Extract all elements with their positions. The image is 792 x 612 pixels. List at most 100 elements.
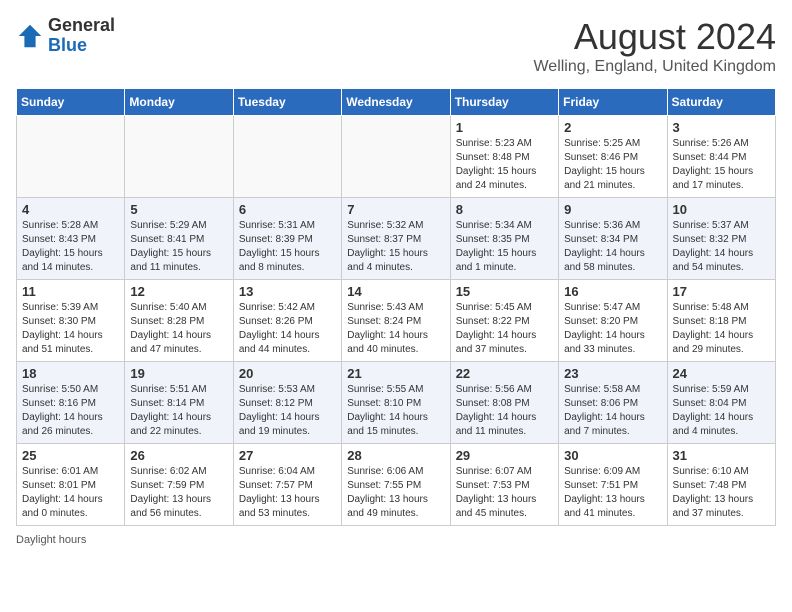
calendar-cell: 2Sunrise: 5:25 AM Sunset: 8:46 PM Daylig… <box>559 116 667 198</box>
day-info: Sunrise: 5:39 AM Sunset: 8:30 PM Dayligh… <box>22 301 119 357</box>
footer-note: Daylight hours <box>16 534 776 546</box>
logo-blue-text: Blue <box>48 36 115 56</box>
calendar-cell: 13 Sunrise: 5:42 AM Sunset: 8:26 PM Dayli… <box>233 280 341 362</box>
header-thursday: Thursday <box>450 89 558 116</box>
calendar-cell: 8Sunrise: 5:34 AM Sunset: 8:35 PM Daylig… <box>450 198 558 280</box>
calendar-cell <box>342 116 450 198</box>
week-row-5: 25 Sunrise: 6:01 AM Sunset: 8:01 PM Dayli… <box>17 444 776 526</box>
day-info: Sunrise: 5:37 AM Sunset: 8:32 PM Dayligh… <box>673 219 770 275</box>
day-number: 7 <box>347 202 444 217</box>
day-number: 8 <box>456 202 553 217</box>
calendar-cell: 30Sunrise: 6:09 AM Sunset: 7:51 PM Dayli… <box>559 444 667 526</box>
day-info: Sunrise: 5:48 AM Sunset: 8:18 PM Dayligh… <box>673 301 770 357</box>
week-row-4: 18Sunrise: 5:50 AM Sunset: 8:16 PM Dayli… <box>17 362 776 444</box>
day-info: Sunrise: 5:25 AM Sunset: 8:46 PM Dayligh… <box>564 137 661 193</box>
day-number: 3 <box>673 120 770 135</box>
day-number: 29 <box>456 448 553 463</box>
day-number: 14 <box>347 284 444 299</box>
day-number: 16 <box>564 284 661 299</box>
day-number: 25 <box>22 448 119 463</box>
calendar-cell: 7 Sunrise: 5:32 AM Sunset: 8:37 PM Daylig… <box>342 198 450 280</box>
day-info: Sunrise: 5:26 AM Sunset: 8:44 PM Dayligh… <box>673 137 770 193</box>
calendar-cell: 1 Sunrise: 5:23 AM Sunset: 8:48 PM Daylig… <box>450 116 558 198</box>
day-number: 11 <box>22 284 119 299</box>
day-number: 9 <box>564 202 661 217</box>
calendar-cell: 21 Sunrise: 5:55 AM Sunset: 8:10 PM Dayli… <box>342 362 450 444</box>
day-info: Sunrise: 5:58 AM Sunset: 8:06 PM Dayligh… <box>564 383 661 439</box>
calendar-cell: 5Sunrise: 5:29 AM Sunset: 8:41 PM Daylig… <box>125 198 233 280</box>
day-number: 13 <box>239 284 336 299</box>
header-monday: Monday <box>125 89 233 116</box>
day-info: Sunrise: 5:59 AM Sunset: 8:04 PM Dayligh… <box>673 383 770 439</box>
day-info: Sunrise: 5:36 AM Sunset: 8:34 PM Dayligh… <box>564 219 661 275</box>
day-number: 27 <box>239 448 336 463</box>
day-number: 15 <box>456 284 553 299</box>
day-number: 21 <box>347 366 444 381</box>
day-number: 24 <box>673 366 770 381</box>
header-friday: Friday <box>559 89 667 116</box>
calendar-cell: 24 Sunrise: 5:59 AM Sunset: 8:04 PM Dayli… <box>667 362 775 444</box>
calendar-cell: 22 Sunrise: 5:56 AM Sunset: 8:08 PM Dayli… <box>450 362 558 444</box>
day-info: Sunrise: 5:23 AM Sunset: 8:48 PM Dayligh… <box>456 137 553 193</box>
day-number: 6 <box>239 202 336 217</box>
day-number: 28 <box>347 448 444 463</box>
calendar-cell: 19Sunrise: 5:51 AM Sunset: 8:14 PM Dayli… <box>125 362 233 444</box>
day-info: Sunrise: 5:40 AM Sunset: 8:28 PM Dayligh… <box>130 301 227 357</box>
week-row-1: 1 Sunrise: 5:23 AM Sunset: 8:48 PM Daylig… <box>17 116 776 198</box>
day-info: Sunrise: 5:50 AM Sunset: 8:16 PM Dayligh… <box>22 383 119 439</box>
logo-icon <box>16 22 44 50</box>
day-info: Sunrise: 5:31 AM Sunset: 8:39 PM Dayligh… <box>239 219 336 275</box>
calendar-table: SundayMondayTuesdayWednesdayThursdayFrid… <box>16 88 776 526</box>
day-number: 31 <box>673 448 770 463</box>
calendar-cell: 18Sunrise: 5:50 AM Sunset: 8:16 PM Dayli… <box>17 362 125 444</box>
calendar-cell <box>233 116 341 198</box>
day-info: Sunrise: 6:04 AM Sunset: 7:57 PM Dayligh… <box>239 465 336 521</box>
calendar-cell: 29 Sunrise: 6:07 AM Sunset: 7:53 PM Dayli… <box>450 444 558 526</box>
day-info: Sunrise: 6:09 AM Sunset: 7:51 PM Dayligh… <box>564 465 661 521</box>
day-info: Sunrise: 5:56 AM Sunset: 8:08 PM Dayligh… <box>456 383 553 439</box>
day-info: Sunrise: 6:10 AM Sunset: 7:48 PM Dayligh… <box>673 465 770 521</box>
day-info: Sunrise: 5:32 AM Sunset: 8:37 PM Dayligh… <box>347 219 444 275</box>
day-number: 20 <box>239 366 336 381</box>
calendar-cell: 9 Sunrise: 5:36 AM Sunset: 8:34 PM Daylig… <box>559 198 667 280</box>
location-subtitle: Welling, England, United Kingdom <box>533 58 776 76</box>
calendar-cell <box>17 116 125 198</box>
calendar-cell: 17Sunrise: 5:48 AM Sunset: 8:18 PM Dayli… <box>667 280 775 362</box>
day-info: Sunrise: 5:42 AM Sunset: 8:26 PM Dayligh… <box>239 301 336 357</box>
day-info: Sunrise: 6:01 AM Sunset: 8:01 PM Dayligh… <box>22 465 119 521</box>
title-area: August 2024 Welling, England, United Kin… <box>533 16 776 76</box>
calendar-cell: 26Sunrise: 6:02 AM Sunset: 7:59 PM Dayli… <box>125 444 233 526</box>
day-info: Sunrise: 5:45 AM Sunset: 8:22 PM Dayligh… <box>456 301 553 357</box>
calendar-cell: 3 Sunrise: 5:26 AM Sunset: 8:44 PM Daylig… <box>667 116 775 198</box>
calendar-cell: 31 Sunrise: 6:10 AM Sunset: 7:48 PM Dayli… <box>667 444 775 526</box>
calendar-cell: 20 Sunrise: 5:53 AM Sunset: 8:12 PM Dayli… <box>233 362 341 444</box>
calendar-cell: 14Sunrise: 5:43 AM Sunset: 8:24 PM Dayli… <box>342 280 450 362</box>
day-number: 19 <box>130 366 227 381</box>
calendar-header-row: SundayMondayTuesdayWednesdayThursdayFrid… <box>17 89 776 116</box>
day-number: 10 <box>673 202 770 217</box>
header: General Blue August 2024 Welling, Englan… <box>16 16 776 76</box>
day-number: 1 <box>456 120 553 135</box>
day-info: Sunrise: 5:28 AM Sunset: 8:43 PM Dayligh… <box>22 219 119 275</box>
calendar-cell: 12Sunrise: 5:40 AM Sunset: 8:28 PM Dayli… <box>125 280 233 362</box>
calendar-cell: 16 Sunrise: 5:47 AM Sunset: 8:20 PM Dayli… <box>559 280 667 362</box>
day-info: Sunrise: 5:55 AM Sunset: 8:10 PM Dayligh… <box>347 383 444 439</box>
week-row-2: 4Sunrise: 5:28 AM Sunset: 8:43 PM Daylig… <box>17 198 776 280</box>
calendar-cell: 27 Sunrise: 6:04 AM Sunset: 7:57 PM Dayli… <box>233 444 341 526</box>
day-info: Sunrise: 5:53 AM Sunset: 8:12 PM Dayligh… <box>239 383 336 439</box>
calendar-cell: 11 Sunrise: 5:39 AM Sunset: 8:30 PM Dayli… <box>17 280 125 362</box>
day-info: Sunrise: 5:47 AM Sunset: 8:20 PM Dayligh… <box>564 301 661 357</box>
month-year-title: August 2024 <box>533 16 776 58</box>
day-info: Sunrise: 6:07 AM Sunset: 7:53 PM Dayligh… <box>456 465 553 521</box>
header-tuesday: Tuesday <box>233 89 341 116</box>
calendar-cell: 23Sunrise: 5:58 AM Sunset: 8:06 PM Dayli… <box>559 362 667 444</box>
day-info: Sunrise: 6:06 AM Sunset: 7:55 PM Dayligh… <box>347 465 444 521</box>
day-number: 5 <box>130 202 227 217</box>
day-number: 22 <box>456 366 553 381</box>
header-wednesday: Wednesday <box>342 89 450 116</box>
logo-general-text: General <box>48 16 115 36</box>
logo: General Blue <box>16 16 115 56</box>
day-info: Sunrise: 6:02 AM Sunset: 7:59 PM Dayligh… <box>130 465 227 521</box>
calendar-cell <box>125 116 233 198</box>
calendar-cell: 10 Sunrise: 5:37 AM Sunset: 8:32 PM Dayli… <box>667 198 775 280</box>
